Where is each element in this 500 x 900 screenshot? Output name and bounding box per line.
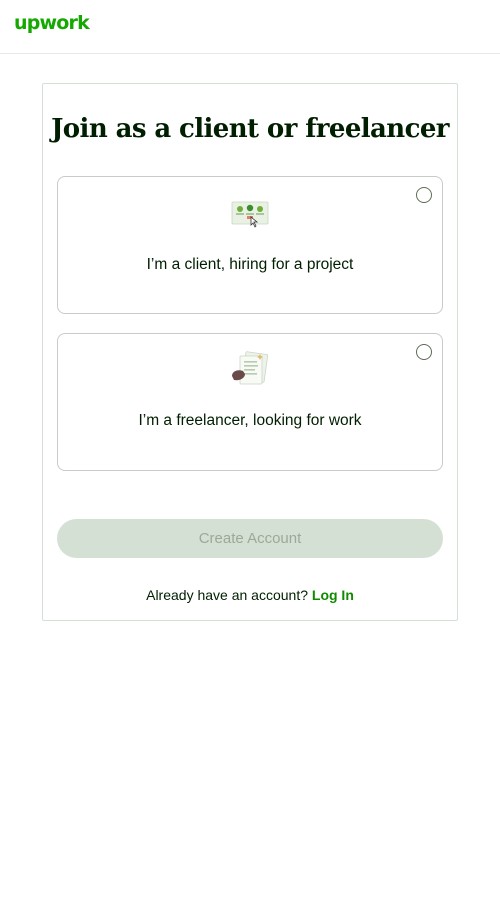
freelancer-radio-button[interactable] — [416, 344, 432, 360]
create-account-button[interactable]: Create Account — [57, 519, 443, 558]
client-option-card[interactable]: I’m a client, hiring for a project — [57, 176, 443, 314]
client-radio-button[interactable] — [416, 187, 432, 203]
client-option-label: I’m a client, hiring for a project — [146, 256, 354, 273]
upwork-logo[interactable]: upwork — [14, 12, 90, 34]
login-link[interactable]: Log In — [312, 587, 354, 603]
page-title: Join as a client or freelancer — [51, 114, 449, 144]
client-hiring-illustration-icon — [231, 201, 269, 228]
signup-panel: Join as a client or freelancer I’m a cli… — [42, 83, 458, 621]
top-bar: upwork — [0, 0, 500, 54]
freelancer-documents-illustration-icon — [232, 351, 269, 385]
freelancer-option-card[interactable]: I’m a freelancer, looking for work — [57, 333, 443, 471]
login-prompt-line: Already have an account? Log In — [43, 587, 457, 603]
login-prompt-text: Already have an account? — [146, 587, 308, 603]
freelancer-option-label: I’m a freelancer, looking for work — [138, 412, 362, 429]
